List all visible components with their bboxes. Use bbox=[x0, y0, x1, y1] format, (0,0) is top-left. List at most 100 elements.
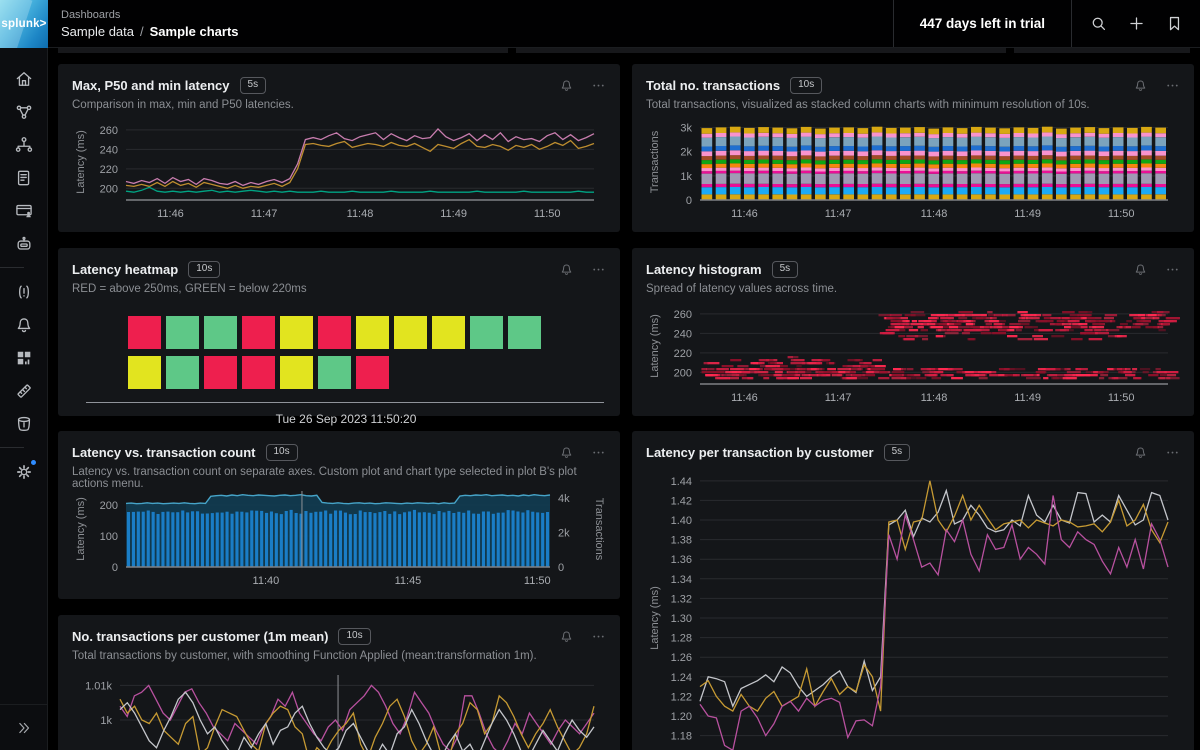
stack-segment bbox=[971, 163, 982, 167]
transaction-bar bbox=[457, 512, 460, 567]
left-nav bbox=[0, 48, 48, 750]
stack-segment bbox=[1070, 164, 1081, 168]
stack-segment bbox=[928, 156, 939, 160]
stack-segment bbox=[943, 194, 954, 200]
sidebar-item-settings[interactable] bbox=[0, 455, 48, 488]
sidebar-item-data-management[interactable] bbox=[0, 95, 48, 128]
splunk-logo[interactable]: splunk> bbox=[0, 0, 48, 48]
stack-segment bbox=[815, 129, 826, 135]
latency-dash bbox=[972, 314, 987, 316]
report-icon bbox=[14, 168, 34, 188]
latency-dash bbox=[1049, 374, 1057, 376]
panel-menu-icon[interactable] bbox=[590, 77, 606, 93]
latency-dash bbox=[1021, 314, 1029, 316]
latency-dash bbox=[936, 335, 943, 337]
latency-dash bbox=[921, 329, 929, 331]
stack-segment bbox=[900, 156, 911, 160]
latency-dash bbox=[886, 317, 900, 319]
latency-dash bbox=[870, 368, 885, 370]
sidebar-item-detectors[interactable] bbox=[0, 308, 48, 341]
stack-segment bbox=[829, 160, 840, 164]
alert-bell-icon[interactable] bbox=[558, 77, 574, 93]
sidebar-item-incidents[interactable] bbox=[0, 275, 48, 308]
stack-segment bbox=[758, 184, 769, 187]
stack-segment bbox=[716, 173, 727, 184]
stack-segment bbox=[702, 174, 713, 184]
heatmap-grid: Tue 26 Sep 2023 11:50:20 bbox=[128, 316, 606, 426]
sidebar-item-storage[interactable] bbox=[0, 407, 48, 440]
transaction-bar bbox=[191, 511, 194, 567]
transaction-bar bbox=[270, 512, 273, 568]
stack-segment bbox=[1141, 155, 1152, 159]
chart-latency-heatmap[interactable]: Tue 26 Sep 2023 11:50:20 bbox=[72, 302, 606, 406]
search-icon[interactable] bbox=[1084, 10, 1112, 38]
sidebar-item-pipelines[interactable] bbox=[0, 128, 48, 161]
sidebar-item-metrics[interactable] bbox=[0, 374, 48, 407]
panel-menu-icon[interactable] bbox=[590, 628, 606, 644]
stack-segment bbox=[843, 173, 854, 184]
chart-latency-per-transaction[interactable]: 1.441.421.401.381.361.341.321.301.281.26… bbox=[646, 467, 1180, 750]
latency-area bbox=[126, 495, 550, 567]
stack-segment bbox=[730, 187, 741, 194]
stack-segment bbox=[1155, 151, 1166, 156]
stack-segment bbox=[1056, 160, 1067, 164]
chart-latency-histogram[interactable]: 200220240260Latency (ms)11:4611:4711:481… bbox=[646, 302, 1180, 406]
latency-dash bbox=[992, 332, 1006, 334]
svg-text:1.01k: 1.01k bbox=[85, 680, 112, 692]
latency-dash bbox=[970, 326, 980, 328]
alert-bell-icon[interactable] bbox=[558, 628, 574, 644]
chart-max-p50-min-latency[interactable]: 200220240260Latency (ms)11:4611:4711:481… bbox=[72, 118, 606, 222]
transaction-bar bbox=[260, 511, 263, 567]
heatmap-cell-yellow bbox=[394, 316, 427, 349]
breadcrumb-section[interactable]: Sample data bbox=[61, 24, 134, 39]
stack-segment bbox=[886, 187, 897, 194]
latency-dash bbox=[1062, 311, 1075, 313]
heatmap-cell-yellow bbox=[432, 316, 465, 349]
add-icon[interactable] bbox=[1122, 10, 1150, 38]
trial-countdown[interactable]: 447 days left in trial bbox=[893, 0, 1072, 47]
stack-segment bbox=[772, 133, 783, 137]
sidebar-item-assistant[interactable] bbox=[0, 227, 48, 260]
chart-total-transactions[interactable]: 01k2k3kTransactions11:4611:4711:4811:491… bbox=[646, 118, 1180, 222]
stack-segment bbox=[943, 173, 954, 184]
alert-bell-icon[interactable] bbox=[1132, 261, 1148, 277]
latency-dash bbox=[918, 326, 924, 328]
stack-segment bbox=[872, 163, 883, 167]
stack-segment bbox=[829, 174, 840, 185]
panel-menu-icon[interactable] bbox=[1164, 261, 1180, 277]
sidebar-item-dashboards[interactable] bbox=[0, 341, 48, 374]
stack-segment bbox=[1070, 184, 1081, 187]
panel-menu-icon[interactable] bbox=[1164, 77, 1180, 93]
alert-bell-icon[interactable] bbox=[1132, 77, 1148, 93]
stack-segment bbox=[1014, 194, 1025, 200]
transaction-bar bbox=[526, 510, 529, 567]
latency-dash bbox=[957, 371, 965, 373]
transaction-bar bbox=[226, 512, 229, 567]
stack-segment bbox=[1028, 134, 1039, 138]
stack-segment bbox=[772, 187, 783, 194]
panel-menu-icon[interactable] bbox=[590, 261, 606, 277]
panel-menu-icon[interactable] bbox=[590, 444, 606, 460]
chart-transactions-per-customer[interactable]: 1.01k1k990 bbox=[72, 669, 606, 750]
svg-text:Latency (ms): Latency (ms) bbox=[649, 586, 661, 650]
stack-segment bbox=[801, 133, 812, 137]
sidebar-item-reports[interactable] bbox=[0, 161, 48, 194]
sidebar-item-workspaces[interactable] bbox=[0, 194, 48, 227]
breadcrumb-dashboards[interactable]: Dashboards bbox=[61, 9, 239, 21]
alert-bell-icon[interactable] bbox=[558, 261, 574, 277]
expand-sidebar-button[interactable] bbox=[0, 704, 48, 750]
transaction-bar bbox=[418, 512, 421, 567]
chart-latency-vs-transactions[interactable]: 0100200Latency (ms)11:4011:4511:5002k4kT… bbox=[72, 485, 606, 589]
stack-segment bbox=[815, 160, 826, 164]
latency-dash bbox=[770, 362, 777, 364]
sidebar-item-home[interactable] bbox=[0, 62, 48, 95]
latency-dash bbox=[774, 374, 782, 376]
alert-bell-icon[interactable] bbox=[1132, 444, 1148, 460]
latency-dash bbox=[966, 323, 973, 325]
heatmap-cell-green bbox=[166, 356, 199, 389]
panel-menu-icon[interactable] bbox=[1164, 444, 1180, 460]
alert-bell-icon[interactable] bbox=[558, 444, 574, 460]
stack-segment bbox=[886, 138, 897, 147]
latency-dash bbox=[971, 329, 982, 331]
bookmark-icon[interactable] bbox=[1160, 10, 1188, 38]
